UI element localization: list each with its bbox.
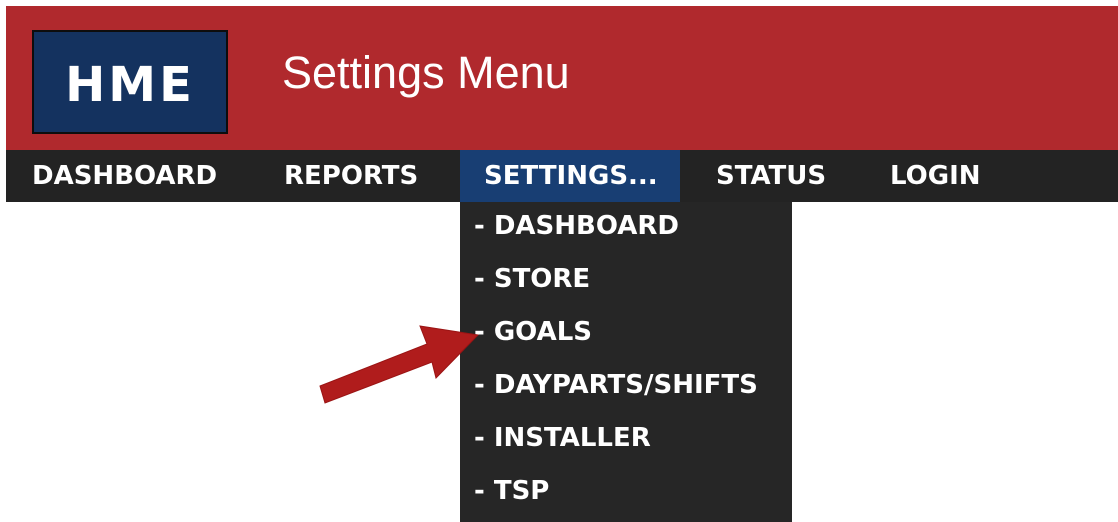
menu-item-tsp[interactable]: - TSP — [474, 467, 549, 515]
settings-dropdown: - DASHBOARD - STORE - GOALS - DAYPARTS/S… — [460, 202, 792, 522]
main-nav: DASHBOARD REPORTS SETTINGS... STATUS LOG… — [6, 150, 1118, 202]
menu-item-store[interactable]: - STORE — [474, 255, 590, 303]
menu-item-dayparts-shifts[interactable]: - DAYPARTS/SHIFTS — [474, 361, 758, 409]
page-title: Settings Menu — [282, 47, 570, 98]
menu-item-installer[interactable]: - INSTALLER — [474, 414, 651, 462]
chevron-right-icon — [310, 431, 317, 443]
nav-status[interactable]: STATUS — [716, 150, 826, 202]
nav-dashboard[interactable]: DASHBOARD — [32, 150, 217, 202]
nav-settings[interactable]: SETTINGS... — [460, 150, 680, 202]
header-bar: HME Settings Menu — [6, 6, 1118, 150]
hme-logo[interactable]: HME — [32, 30, 228, 134]
nav-login[interactable]: LOGIN — [890, 150, 981, 202]
logo-text: HME — [65, 57, 195, 113]
menu-item-dashboard[interactable]: - DASHBOARD — [474, 202, 679, 250]
nav-reports[interactable]: REPORTS — [284, 150, 418, 202]
page: HME Settings Menu DASHBOARD REPORTS SETT… — [0, 0, 1118, 522]
menu-item-goals[interactable]: - GOALS — [474, 308, 592, 356]
